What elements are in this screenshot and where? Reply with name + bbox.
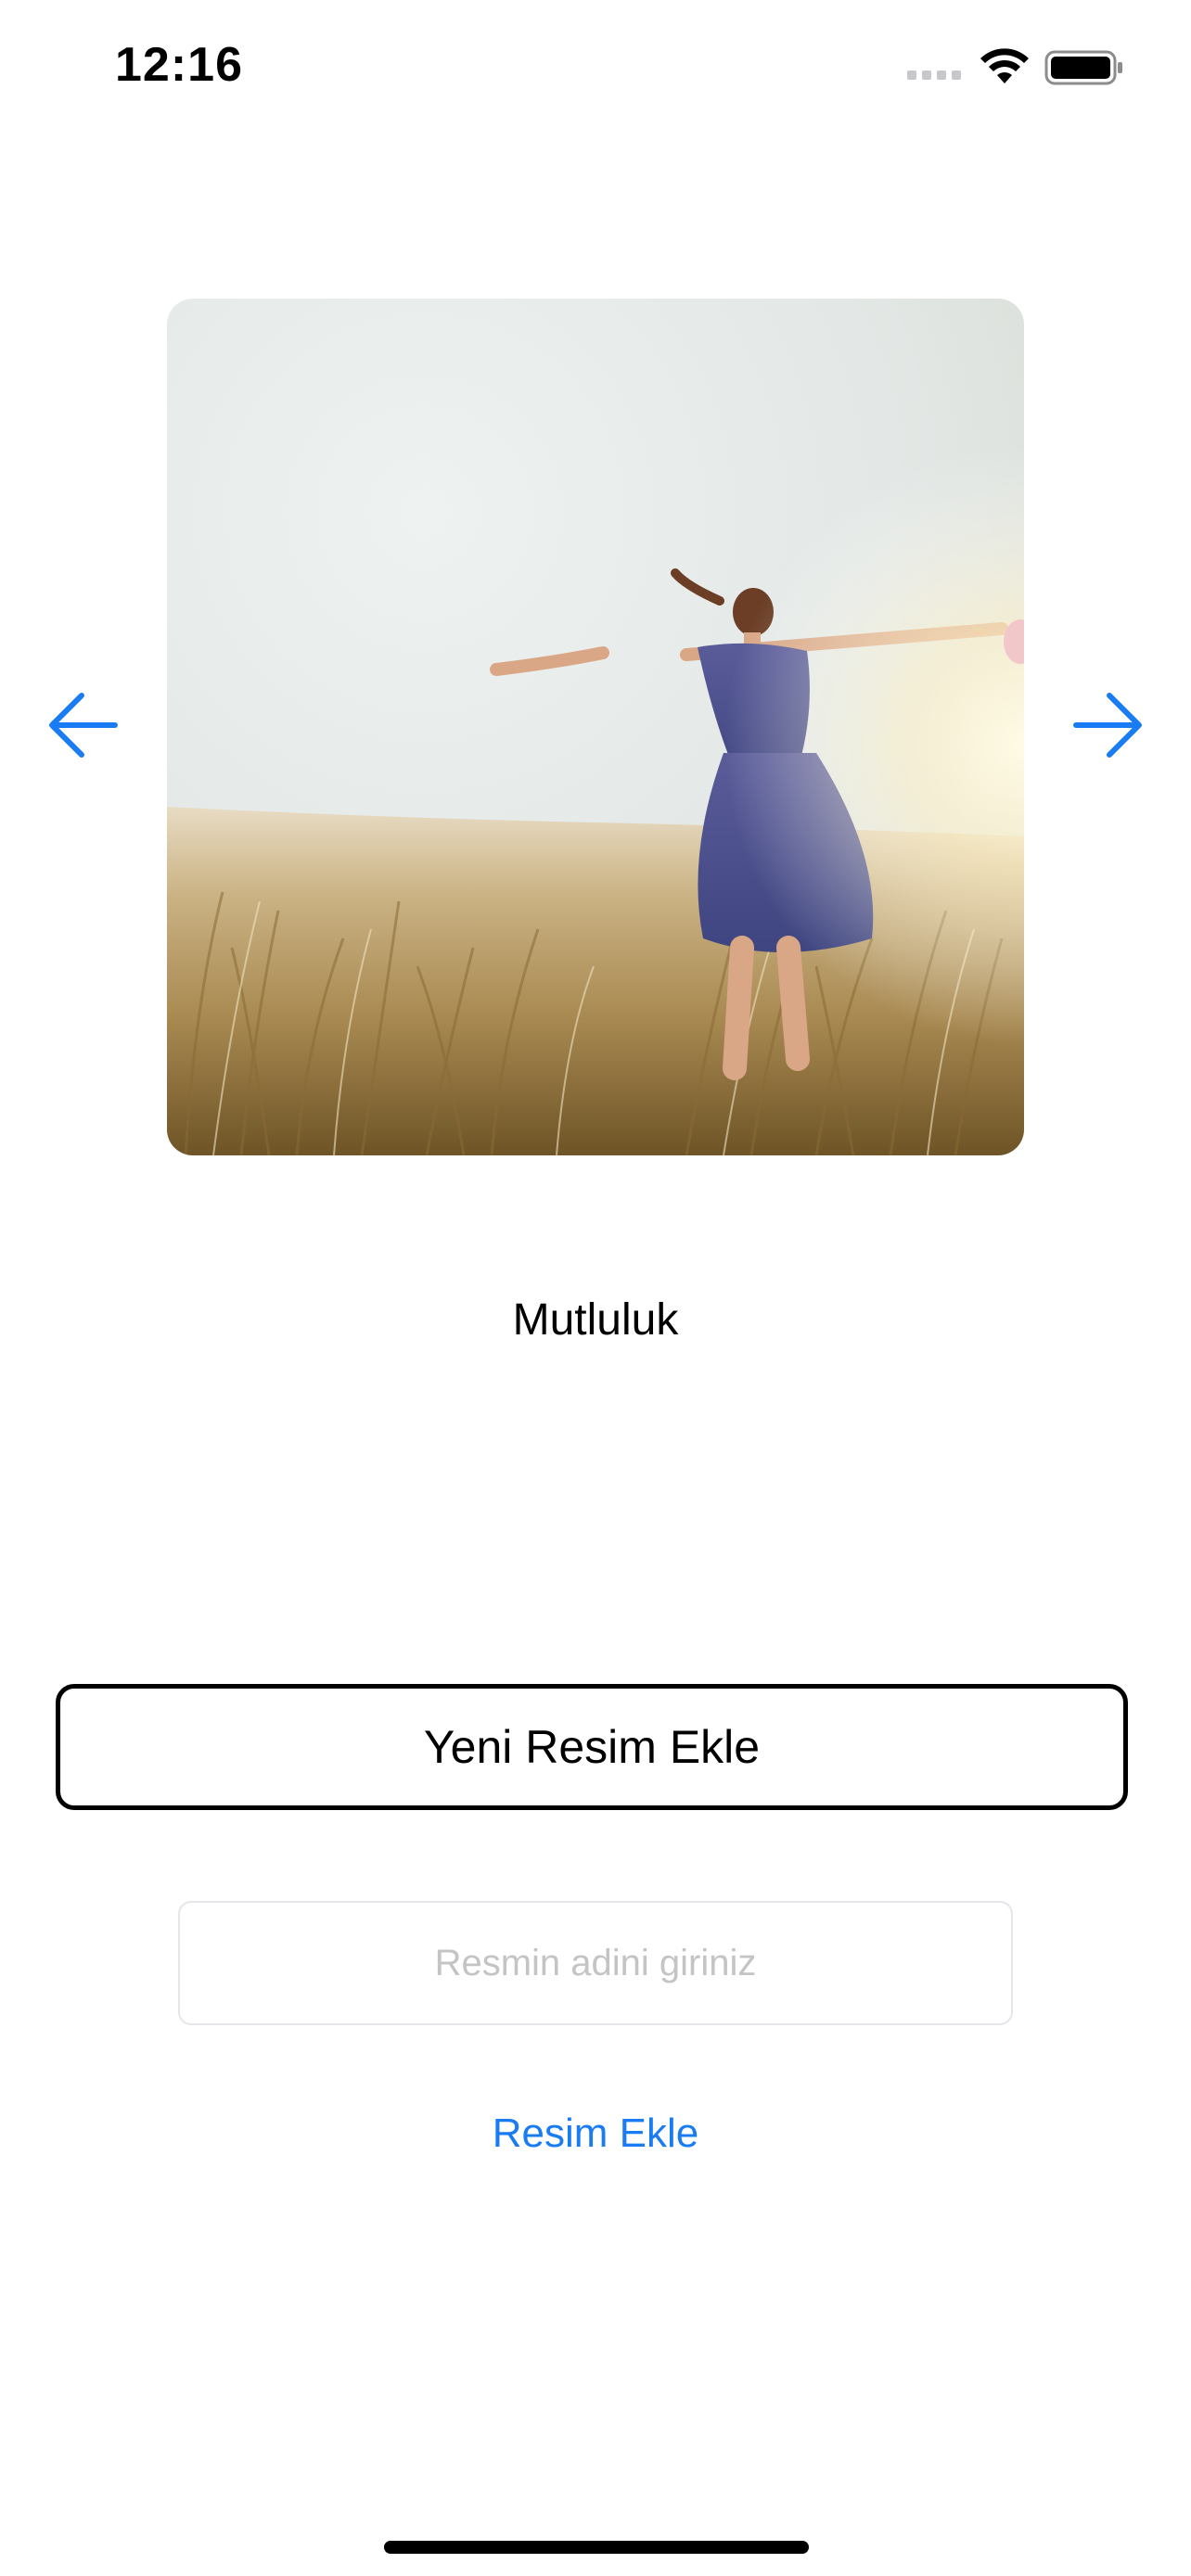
status-bar: 12:16 (0, 0, 1191, 139)
wifi-icon (980, 48, 1029, 83)
home-indicator (384, 2541, 809, 2554)
add-new-image-label: Yeni Resim Ekle (423, 1721, 761, 1773)
image-caption: Mutluluk (512, 1295, 679, 1345)
add-image-button[interactable]: Resim Ekle (0, 2111, 1191, 2157)
gallery-image (167, 299, 1024, 1155)
arrow-right-icon[interactable] (1070, 688, 1145, 762)
arrow-left-icon[interactable] (46, 688, 121, 762)
cellular-signal-icon (907, 70, 965, 82)
status-time: 12:16 (115, 38, 243, 92)
add-new-image-button[interactable]: Yeni Resim Ekle (56, 1684, 1128, 1810)
battery-icon (1044, 50, 1122, 85)
image-name-input[interactable] (178, 1901, 1013, 2025)
